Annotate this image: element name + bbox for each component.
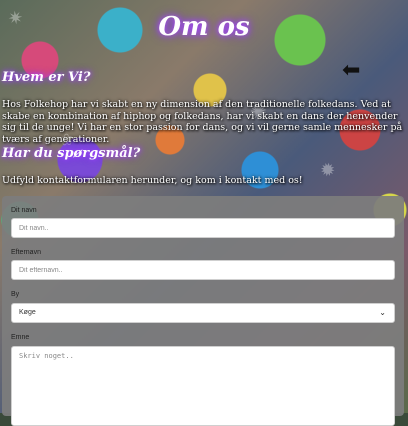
name-label: Dit navn xyxy=(11,207,37,214)
name-input[interactable] xyxy=(11,218,395,238)
subject-textarea[interactable] xyxy=(11,346,395,426)
who-heading: Hvem er Vi? xyxy=(2,70,91,85)
lastname-label: Efternavn xyxy=(11,249,41,256)
lastname-input[interactable] xyxy=(11,260,395,280)
subject-label: Emne xyxy=(11,334,30,341)
questions-heading: Har du spørgsmål? xyxy=(2,146,141,161)
arrow-left-icon: ⬅ xyxy=(342,58,361,83)
contact-form: Dit navn Efternavn By Køge ⌄ Emne xyxy=(2,196,404,426)
city-select[interactable]: Køge ⌄ xyxy=(11,303,395,323)
questions-text: Udfyld kontaktformularen herunder, og ko… xyxy=(2,175,303,186)
city-selected-value: Køge xyxy=(19,309,36,316)
who-text: Hos Folkehop har vi skabt en ny dimensio… xyxy=(2,99,403,145)
chevron-down-icon: ⌄ xyxy=(379,308,386,317)
page-title: Om os xyxy=(158,12,250,42)
city-label: By xyxy=(11,291,20,298)
